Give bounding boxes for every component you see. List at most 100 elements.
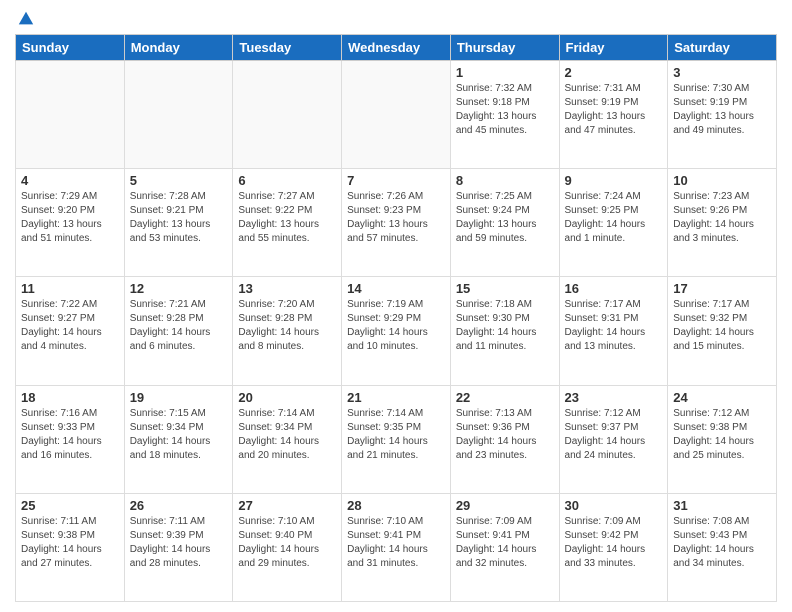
day-info: Sunrise: 7:08 AMSunset: 9:43 PMDaylight:… <box>673 515 771 571</box>
day-info: Sunrise: 7:25 AMSunset: 9:24 PMDaylight:… <box>456 190 554 246</box>
day-number: 17 <box>673 281 771 296</box>
day-number: 16 <box>565 281 663 296</box>
calendar-day-cell: 24 Sunrise: 7:12 AMSunset: 9:38 PMDayligh… <box>668 385 777 493</box>
calendar-day-cell: 9 Sunrise: 7:24 AMSunset: 9:25 PMDaylight… <box>559 169 668 277</box>
day-number: 22 <box>456 390 554 405</box>
calendar-day-cell: 7Sunrise: 7:26 AMSunset: 9:23 PMDaylight… <box>342 169 451 277</box>
calendar-day-cell: 25 Sunrise: 7:11 AMSunset: 9:38 PMDayligh… <box>16 493 125 601</box>
calendar-day-header: Tuesday <box>233 35 342 61</box>
calendar-day-cell <box>342 61 451 169</box>
day-info: Sunrise: 7:13 AMSunset: 9:36 PMDaylight:… <box>456 407 554 463</box>
calendar-day-cell: 27Sunrise: 7:10 AMSunset: 9:40 PMDayligh… <box>233 493 342 601</box>
calendar-day-cell: 30 Sunrise: 7:09 AMSunset: 9:42 PMDayligh… <box>559 493 668 601</box>
day-number: 28 <box>347 498 445 513</box>
day-info: Sunrise: 7:16 AMSunset: 9:33 PMDaylight:… <box>21 407 119 463</box>
calendar-day-cell: 26 Sunrise: 7:11 AMSunset: 9:39 PMDayligh… <box>124 493 233 601</box>
day-info: Sunrise: 7:10 AMSunset: 9:41 PMDaylight:… <box>347 515 445 571</box>
calendar-day-cell: 28 Sunrise: 7:10 AMSunset: 9:41 PMDayligh… <box>342 493 451 601</box>
calendar-day-cell: 19 Sunrise: 7:15 AMSunset: 9:34 PMDayligh… <box>124 385 233 493</box>
logo <box>15 10 35 28</box>
day-info: Sunrise: 7:12 AMSunset: 9:37 PMDaylight:… <box>565 407 663 463</box>
day-info: Sunrise: 7:15 AMSunset: 9:34 PMDaylight:… <box>130 407 228 463</box>
day-info: Sunrise: 7:28 AMSunset: 9:21 PMDaylight:… <box>130 190 228 246</box>
calendar-week-row: 18Sunrise: 7:16 AMSunset: 9:33 PMDayligh… <box>16 385 777 493</box>
day-number: 15 <box>456 281 554 296</box>
day-number: 26 <box>130 498 228 513</box>
logo-icon <box>17 10 35 28</box>
calendar-day-header: Thursday <box>450 35 559 61</box>
day-number: 7 <box>347 173 445 188</box>
calendar-table: SundayMondayTuesdayWednesdayThursdayFrid… <box>15 34 777 602</box>
calendar-day-cell: 23Sunrise: 7:12 AMSunset: 9:37 PMDayligh… <box>559 385 668 493</box>
day-info: Sunrise: 7:31 AMSunset: 9:19 PMDaylight:… <box>565 82 663 138</box>
calendar-header-row: SundayMondayTuesdayWednesdayThursdayFrid… <box>16 35 777 61</box>
day-number: 8 <box>456 173 554 188</box>
day-info: Sunrise: 7:18 AMSunset: 9:30 PMDaylight:… <box>456 298 554 354</box>
calendar-day-cell: 29 Sunrise: 7:09 AMSunset: 9:41 PMDayligh… <box>450 493 559 601</box>
day-number: 2 <box>565 65 663 80</box>
day-info: Sunrise: 7:11 AMSunset: 9:39 PMDaylight:… <box>130 515 228 571</box>
day-info: Sunrise: 7:14 AMSunset: 9:34 PMDaylight:… <box>238 407 336 463</box>
day-number: 1 <box>456 65 554 80</box>
calendar-body: 1 Sunrise: 7:32 AMSunset: 9:18 PMDaylight… <box>16 61 777 602</box>
header <box>15 10 777 28</box>
calendar-day-header: Sunday <box>16 35 125 61</box>
day-info: Sunrise: 7:19 AMSunset: 9:29 PMDaylight:… <box>347 298 445 354</box>
calendar-day-cell: 4 Sunrise: 7:29 AMSunset: 9:20 PMDaylight… <box>16 169 125 277</box>
calendar-day-cell: 31 Sunrise: 7:08 AMSunset: 9:43 PMDayligh… <box>668 493 777 601</box>
day-info: Sunrise: 7:11 AMSunset: 9:38 PMDaylight:… <box>21 515 119 571</box>
calendar-day-cell: 18Sunrise: 7:16 AMSunset: 9:33 PMDayligh… <box>16 385 125 493</box>
calendar-week-row: 11Sunrise: 7:22 AMSunset: 9:27 PMDayligh… <box>16 277 777 385</box>
calendar-day-header: Friday <box>559 35 668 61</box>
day-number: 31 <box>673 498 771 513</box>
calendar-day-cell: 12 Sunrise: 7:21 AMSunset: 9:28 PMDayligh… <box>124 277 233 385</box>
day-number: 12 <box>130 281 228 296</box>
day-info: Sunrise: 7:32 AMSunset: 9:18 PMDaylight:… <box>456 82 554 138</box>
day-number: 9 <box>565 173 663 188</box>
calendar-day-cell: 8 Sunrise: 7:25 AMSunset: 9:24 PMDaylight… <box>450 169 559 277</box>
calendar-day-cell: 10 Sunrise: 7:23 AMSunset: 9:26 PMDayligh… <box>668 169 777 277</box>
day-number: 25 <box>21 498 119 513</box>
day-number: 3 <box>673 65 771 80</box>
day-number: 10 <box>673 173 771 188</box>
calendar-day-cell <box>233 61 342 169</box>
day-number: 30 <box>565 498 663 513</box>
day-info: Sunrise: 7:14 AMSunset: 9:35 PMDaylight:… <box>347 407 445 463</box>
calendar-day-cell <box>16 61 125 169</box>
day-info: Sunrise: 7:22 AMSunset: 9:27 PMDaylight:… <box>21 298 119 354</box>
day-info: Sunrise: 7:17 AMSunset: 9:31 PMDaylight:… <box>565 298 663 354</box>
calendar-day-header: Saturday <box>668 35 777 61</box>
day-info: Sunrise: 7:21 AMSunset: 9:28 PMDaylight:… <box>130 298 228 354</box>
day-number: 21 <box>347 390 445 405</box>
day-number: 19 <box>130 390 228 405</box>
day-info: Sunrise: 7:09 AMSunset: 9:42 PMDaylight:… <box>565 515 663 571</box>
day-number: 14 <box>347 281 445 296</box>
day-info: Sunrise: 7:24 AMSunset: 9:25 PMDaylight:… <box>565 190 663 246</box>
calendar-day-cell: 20 Sunrise: 7:14 AMSunset: 9:34 PMDayligh… <box>233 385 342 493</box>
calendar-day-cell: 22 Sunrise: 7:13 AMSunset: 9:36 PMDayligh… <box>450 385 559 493</box>
calendar-day-cell: 15 Sunrise: 7:18 AMSunset: 9:30 PMDayligh… <box>450 277 559 385</box>
day-number: 6 <box>238 173 336 188</box>
day-number: 24 <box>673 390 771 405</box>
calendar-day-header: Wednesday <box>342 35 451 61</box>
calendar-week-row: 1 Sunrise: 7:32 AMSunset: 9:18 PMDaylight… <box>16 61 777 169</box>
day-info: Sunrise: 7:09 AMSunset: 9:41 PMDaylight:… <box>456 515 554 571</box>
day-info: Sunrise: 7:29 AMSunset: 9:20 PMDaylight:… <box>21 190 119 246</box>
calendar-week-row: 25 Sunrise: 7:11 AMSunset: 9:38 PMDayligh… <box>16 493 777 601</box>
calendar-day-cell <box>124 61 233 169</box>
day-info: Sunrise: 7:10 AMSunset: 9:40 PMDaylight:… <box>238 515 336 571</box>
calendar-day-cell: 6 Sunrise: 7:27 AMSunset: 9:22 PMDaylight… <box>233 169 342 277</box>
calendar-day-cell: 14 Sunrise: 7:19 AMSunset: 9:29 PMDayligh… <box>342 277 451 385</box>
calendar-day-header: Monday <box>124 35 233 61</box>
day-info: Sunrise: 7:27 AMSunset: 9:22 PMDaylight:… <box>238 190 336 246</box>
day-info: Sunrise: 7:23 AMSunset: 9:26 PMDaylight:… <box>673 190 771 246</box>
calendar-day-cell: 13 Sunrise: 7:20 AMSunset: 9:28 PMDayligh… <box>233 277 342 385</box>
calendar-day-cell: 11Sunrise: 7:22 AMSunset: 9:27 PMDayligh… <box>16 277 125 385</box>
calendar-week-row: 4 Sunrise: 7:29 AMSunset: 9:20 PMDaylight… <box>16 169 777 277</box>
day-info: Sunrise: 7:20 AMSunset: 9:28 PMDaylight:… <box>238 298 336 354</box>
day-number: 20 <box>238 390 336 405</box>
day-info: Sunrise: 7:12 AMSunset: 9:38 PMDaylight:… <box>673 407 771 463</box>
day-number: 4 <box>21 173 119 188</box>
day-number: 29 <box>456 498 554 513</box>
day-number: 13 <box>238 281 336 296</box>
